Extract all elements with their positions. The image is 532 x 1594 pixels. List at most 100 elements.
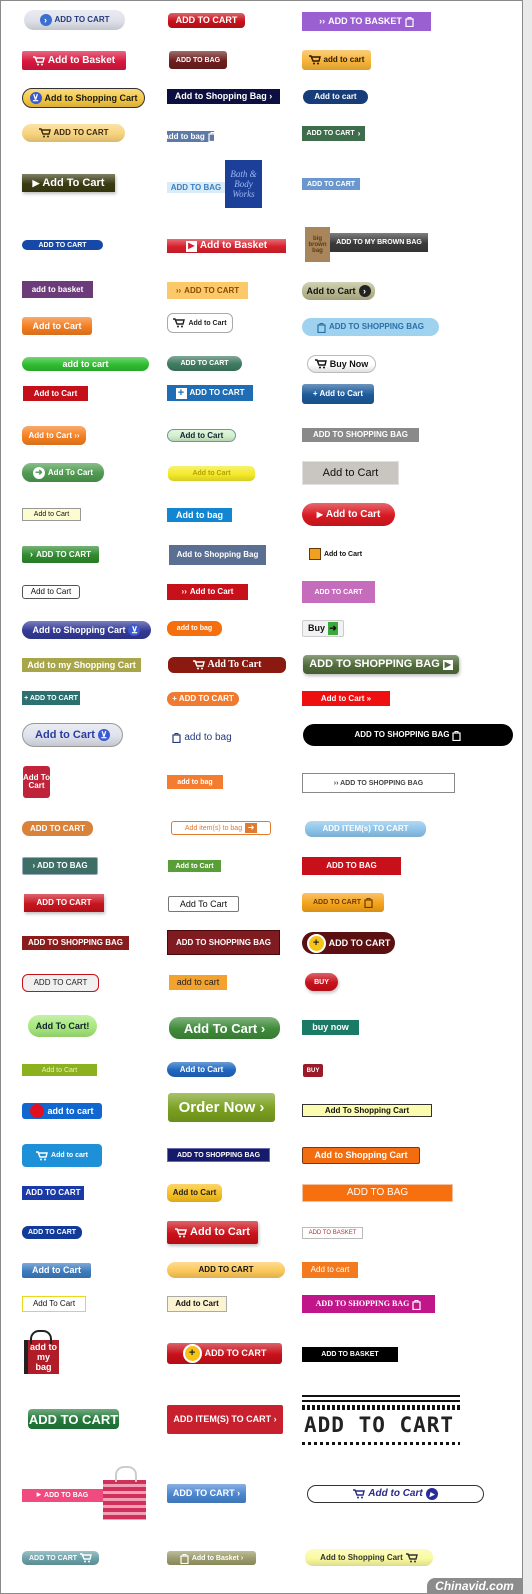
add-to-shopping-cart-button[interactable]: ⊻ Add to Shopping Cart	[22, 88, 145, 108]
add-to-bag-button[interactable]: add to bag	[169, 730, 235, 745]
add-to-cart-button[interactable]: ADD TO CART	[302, 178, 360, 190]
add-to-my-brown-bag-button[interactable]: ADD TO MY BROWN BAG	[330, 233, 428, 252]
add-to-cart-button[interactable]: add to cart	[302, 50, 371, 70]
add-to-cart-button[interactable]: ADD TO CART	[22, 821, 93, 836]
add-to-bag-button[interactable]: ADD TO BAG	[302, 857, 401, 875]
add-to-cart-button[interactable]: › ADD TO CART	[24, 10, 125, 30]
add-item-s-to-cart-button[interactable]: ADD ITEM(S) TO CART ›	[167, 1405, 283, 1434]
add-to-shopping-cart-button[interactable]: Add to Shopping Cart ⊻	[22, 621, 151, 639]
add-to-cart-button[interactable]: Add to Cart	[168, 466, 255, 481]
add-to-cart-button[interactable]: Add to Cart ⊻	[22, 723, 123, 747]
add-to-cart-button[interactable]: ADD TO CART	[24, 894, 104, 912]
add-to-shopping-bag-button[interactable]: ADD TO SHOPPING BAG	[302, 428, 419, 442]
add-to-cart-button[interactable]: add to cart	[22, 357, 149, 371]
add-to-cart-button[interactable]: Add To Cart	[22, 1296, 86, 1312]
add-to-shopping-bag-button[interactable]: ADD TO SHOPPING BAG	[303, 724, 513, 746]
add-to-basket-button[interactable]: ›› ADD TO BASKET	[302, 12, 431, 31]
add-to-cart-button[interactable]: Add to Cart ▸	[307, 1485, 484, 1503]
add-to-cart-button[interactable]: ADD TO CART	[168, 13, 245, 28]
add-to-shopping-bag-button[interactable]: Add to Shopping Bag	[169, 545, 266, 565]
add-to-basket-button[interactable]: ADD TO BASKET	[302, 1227, 363, 1239]
add-to-cart-button[interactable]: ADD TO CART	[167, 1262, 285, 1278]
add-to-cart-button[interactable]: Add To Cart ›	[169, 1017, 280, 1039]
add-to-cart-button[interactable]: ADD TO CART ›	[167, 1484, 246, 1503]
add-to-cart-button[interactable]: ADD TO CART	[22, 974, 99, 992]
add-to-shopping-cart-button[interactable]: Add to Shopping Cart	[302, 1147, 420, 1164]
add-to-cart-button[interactable]: ▶ Add To Cart	[22, 174, 115, 192]
add-to-cart-button[interactable]: Add to Cart	[167, 1221, 258, 1244]
buy-button[interactable]: BUY	[303, 1064, 323, 1077]
buy-button[interactable]: Buy ➜	[302, 620, 344, 637]
add-to-bag-button[interactable]: add to bag	[167, 131, 214, 142]
order-now-button[interactable]: Order Now ›	[168, 1093, 275, 1122]
add-to-shopping-cart-button[interactable]: Add to Shopping Cart	[305, 1549, 433, 1566]
add-to-cart-button[interactable]: Add to Cart	[167, 1184, 222, 1202]
add-to-cart-button[interactable]: ADD TO CART ›	[302, 126, 365, 141]
add-to-bag-button[interactable]: › ADD TO BAG	[22, 857, 98, 875]
add-to-cart-button[interactable]: Add to cart	[302, 1262, 358, 1278]
add-to-shopping-bag-button[interactable]: ADD TO SHOPPING BAG	[302, 1295, 435, 1313]
add-to-my-bag-image[interactable]: add to my bag	[24, 1340, 59, 1374]
add-to-cart-button[interactable]: ADD TO CART	[22, 240, 103, 250]
add-to-cart-button[interactable]: Add to Cart	[22, 508, 81, 521]
add-to-cart-button[interactable]: Add to Cart	[167, 1296, 227, 1312]
add-to-cart-button[interactable]: › ADD TO CART	[22, 546, 99, 563]
add-item-s-to-bag-button[interactable]: Add item(s) to bag ➜	[171, 821, 271, 835]
add-to-bag-button[interactable]: Add to bag	[167, 508, 232, 522]
add-to-cart-button[interactable]: Add to Cart ››	[22, 426, 86, 445]
add-to-cart-button[interactable]: ADD TO CART	[22, 124, 125, 142]
add-to-cart-button[interactable]: ›› Add to Cart	[167, 584, 248, 600]
add-to-cart-button[interactable]: ADD TO CART	[28, 1409, 119, 1429]
add-to-cart-button[interactable]: ADD TO CART	[22, 1551, 99, 1565]
add-to-cart-button[interactable]: Add to Cart »	[302, 691, 390, 706]
add-to-cart-button[interactable]: + ADD TO CART	[302, 932, 395, 954]
add-to-cart-button[interactable]: Add To Cart!	[28, 1015, 97, 1037]
add-to-shopping-bag-button[interactable]: ADD TO SHOPPING BAG	[22, 936, 129, 950]
add-to-cart-button[interactable]: ADD TO CART	[167, 356, 242, 371]
add-to-cart-button[interactable]: Add to Cart	[302, 461, 399, 485]
add-to-cart-button[interactable]: + ADD TO CART	[167, 692, 239, 706]
buy-now-button[interactable]: Buy Now	[307, 355, 376, 373]
add-to-cart-button[interactable]: Add to Cart	[23, 386, 88, 401]
add-to-cart-button[interactable]: ADD TO CART	[302, 581, 375, 603]
add-to-cart-button[interactable]: ▶ Add to Cart	[302, 503, 395, 526]
add-to-cart-button[interactable]: + Add to Cart	[302, 384, 374, 404]
add-to-cart-button[interactable]: Add to Cart	[167, 313, 233, 333]
add-to-bag-button[interactable]: ▶ ADD TO BAG	[22, 1489, 103, 1502]
add-to-cart-button[interactable]: ➜ Add To Cart	[22, 463, 104, 482]
add-to-cart-button[interactable]: + ADD TO CART	[167, 385, 253, 401]
add-to-basket-button[interactable]: ▶ Add to Basket	[167, 239, 286, 253]
add-to-cart-button[interactable]: + ADD TO CART	[167, 1343, 282, 1364]
add-to-bag-button[interactable]: ADD TO BAG	[302, 1184, 453, 1202]
add-to-shopping-bag-button[interactable]: ADD TO SHOPPING BAG	[302, 318, 439, 336]
add-to-cart-button[interactable]: Add to Cart	[168, 860, 221, 872]
add-to-cart-button[interactable]: Add To Cart	[168, 896, 239, 912]
buy-now-button[interactable]: buy now	[302, 1020, 359, 1035]
add-to-cart-button[interactable]: Add to cart	[303, 90, 368, 104]
add-to-bag-button[interactable]: ADD TO BAG	[169, 51, 227, 69]
add-to-cart-button[interactable]: Add to Cart	[303, 546, 368, 562]
add-to-shopping-bag-button[interactable]: ›› ADD TO SHOPPING BAG	[302, 773, 455, 793]
add-to-cart-button[interactable]: Add to Cart	[22, 1064, 97, 1076]
add-to-cart-button[interactable]: Add To Cart	[23, 766, 50, 798]
add-to-shopping-bag-button[interactable]: ADD TO SHOPPING BAG	[167, 930, 280, 955]
add-to-cart-button[interactable]: Add to Cart	[167, 1062, 236, 1077]
add-to-cart-button[interactable]: Add To Cart	[168, 657, 286, 673]
add-to-cart-button[interactable]: ADD TO CART	[22, 1186, 84, 1200]
add-to-shopping-bag-button[interactable]: Add to Shopping Bag ›	[167, 89, 280, 104]
add-to-shopping-bag-button[interactable]: ADD TO SHOPPING BAG ▶	[303, 655, 459, 674]
add-to-cart-button[interactable]: + ADD TO CART	[22, 691, 80, 705]
add-to-shopping-cart-button[interactable]: Add To Shopping Cart	[302, 1104, 432, 1117]
add-to-cart-stamp-button[interactable]: ADD TO CART	[302, 1395, 460, 1445]
add-to-bag-button[interactable]: add to bag	[167, 621, 222, 636]
buy-button[interactable]: BUY	[305, 973, 338, 991]
add-to-basket-button[interactable]: add to basket	[22, 281, 93, 298]
add-to-bag-button[interactable]: ADD TO BAG	[167, 182, 225, 193]
add-to-my-shopping-cart-button[interactable]: Add to my Shopping Cart	[22, 658, 141, 672]
add-to-basket-button[interactable]: Add to Basket	[22, 51, 126, 70]
add-to-cart-button[interactable]: ›› ADD TO CART	[167, 282, 248, 299]
add-to-cart-button[interactable]: add to cart	[169, 975, 227, 990]
add-to-bag-button[interactable]: add to bag	[167, 775, 223, 789]
add-to-cart-button[interactable]: ADD TO CART	[302, 893, 384, 912]
add-to-cart-button[interactable]: add to cart	[22, 1103, 102, 1119]
